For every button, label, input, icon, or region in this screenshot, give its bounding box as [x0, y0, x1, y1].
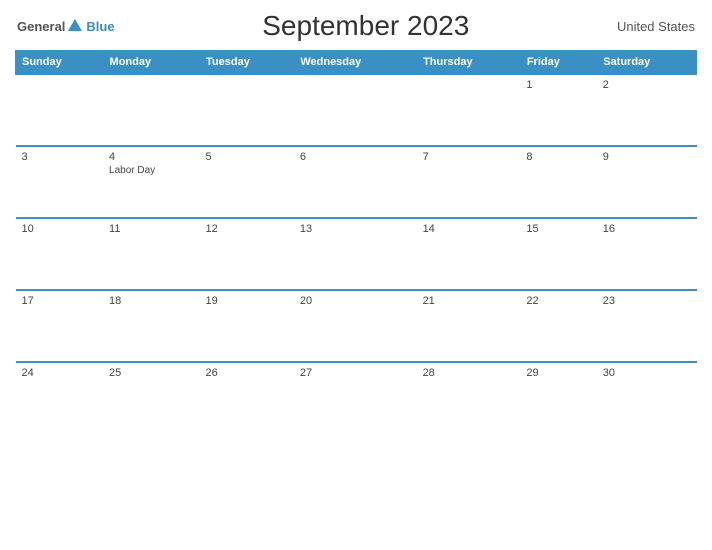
- calendar-cell: 16: [597, 218, 697, 290]
- day-number: 18: [109, 295, 194, 307]
- calendar-cell: 18: [103, 290, 200, 362]
- day-number: 10: [22, 223, 98, 235]
- calendar-cell: 9: [597, 146, 697, 218]
- calendar-cell: 4 Labor Day: [103, 146, 200, 218]
- day-number: 9: [603, 151, 691, 163]
- weekday-header-sunday: Sunday: [16, 51, 104, 75]
- calendar-cell: 25: [103, 362, 200, 434]
- calendar-cell: 13: [294, 218, 417, 290]
- day-number: 17: [22, 295, 98, 307]
- calendar-grid: SundayMondayTuesdayWednesdayThursdayFrid…: [15, 50, 697, 434]
- calendar-container: General Blue September 2023 United State…: [0, 0, 712, 550]
- day-number: 25: [109, 367, 194, 379]
- day-number: 16: [603, 223, 691, 235]
- calendar-cell: 5: [200, 146, 294, 218]
- week-row-3: 10 11 12 13 14 15 16: [16, 218, 697, 290]
- logo: General Blue: [17, 17, 115, 35]
- day-number: 12: [206, 223, 288, 235]
- day-number: 30: [603, 367, 691, 379]
- calendar-cell: 28: [417, 362, 521, 434]
- calendar-cell: 6: [294, 146, 417, 218]
- day-number: 4: [109, 151, 194, 163]
- day-number: 5: [206, 151, 288, 163]
- day-number: 28: [423, 367, 515, 379]
- day-number: 1: [526, 79, 590, 91]
- calendar-cell: 12: [200, 218, 294, 290]
- calendar-cell: 27: [294, 362, 417, 434]
- day-number: 27: [300, 367, 411, 379]
- calendar-cell: 29: [520, 362, 596, 434]
- calendar-cell: 14: [417, 218, 521, 290]
- day-number: 8: [526, 151, 590, 163]
- calendar-cell: [417, 74, 521, 146]
- day-number: 3: [22, 151, 98, 163]
- country-label: United States: [617, 19, 695, 34]
- day-number: 21: [423, 295, 515, 307]
- day-number: 20: [300, 295, 411, 307]
- weekday-header-wednesday: Wednesday: [294, 51, 417, 75]
- calendar-cell: 3: [16, 146, 104, 218]
- calendar-cell: 15: [520, 218, 596, 290]
- day-number: 13: [300, 223, 411, 235]
- logo-general-text: General: [17, 19, 65, 34]
- calendar-cell: [294, 74, 417, 146]
- calendar-cell: [103, 74, 200, 146]
- calendar-cell: [16, 74, 104, 146]
- calendar-cell: 19: [200, 290, 294, 362]
- calendar-cell: 20: [294, 290, 417, 362]
- day-number: 22: [526, 295, 590, 307]
- calendar-cell: 10: [16, 218, 104, 290]
- day-number: 14: [423, 223, 515, 235]
- calendar-cell: 2: [597, 74, 697, 146]
- weekday-header-saturday: Saturday: [597, 51, 697, 75]
- calendar-cell: 21: [417, 290, 521, 362]
- week-row-2: 34 Labor Day 5678 9: [16, 146, 697, 218]
- calendar-cell: 24: [16, 362, 104, 434]
- logo-triangle-icon: [68, 19, 82, 31]
- weekday-header-monday: Monday: [103, 51, 200, 75]
- logo-blue-text: Blue: [86, 19, 114, 34]
- day-number: 15: [526, 223, 590, 235]
- day-number: 2: [603, 79, 691, 91]
- calendar-cell: 7: [417, 146, 521, 218]
- calendar-cell: 17: [16, 290, 104, 362]
- day-number: 6: [300, 151, 411, 163]
- calendar-cell: 22: [520, 290, 596, 362]
- calendar-cell: 11: [103, 218, 200, 290]
- calendar-cell: 30: [597, 362, 697, 434]
- holiday-label: Labor Day: [109, 165, 194, 176]
- weekday-header-friday: Friday: [520, 51, 596, 75]
- calendar-cell: 1: [520, 74, 596, 146]
- calendar-cell: 8: [520, 146, 596, 218]
- calendar-cell: 26: [200, 362, 294, 434]
- calendar-header: General Blue September 2023 United State…: [15, 10, 697, 42]
- day-number: 26: [206, 367, 288, 379]
- day-number: 7: [423, 151, 515, 163]
- day-number: 19: [206, 295, 288, 307]
- calendar-title: September 2023: [115, 10, 617, 42]
- day-number: 11: [109, 223, 194, 235]
- week-row-4: 17 18 19 20 21 22 23: [16, 290, 697, 362]
- weekday-header-tuesday: Tuesday: [200, 51, 294, 75]
- week-row-5: 24 25 26 27 28 29 30: [16, 362, 697, 434]
- day-number: 24: [22, 367, 98, 379]
- calendar-cell: 23: [597, 290, 697, 362]
- day-number: 23: [603, 295, 691, 307]
- day-number: 29: [526, 367, 590, 379]
- weekday-header-row: SundayMondayTuesdayWednesdayThursdayFrid…: [16, 51, 697, 75]
- weekday-header-thursday: Thursday: [417, 51, 521, 75]
- week-row-1: 12: [16, 74, 697, 146]
- calendar-cell: [200, 74, 294, 146]
